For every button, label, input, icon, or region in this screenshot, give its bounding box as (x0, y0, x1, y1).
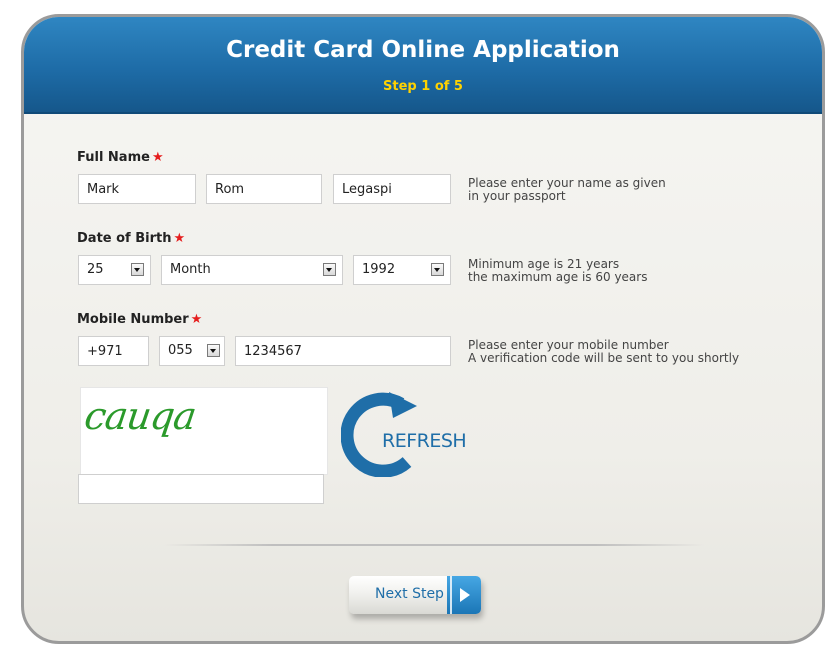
play-triangle-icon (460, 588, 470, 602)
birth-day-select[interactable]: 25 (78, 255, 151, 285)
birth-month-value: Month (170, 262, 211, 277)
birth-day-value: 25 (87, 262, 104, 277)
last-name-input[interactable] (333, 174, 451, 204)
button-separator (450, 576, 452, 614)
step-indicator: Step 1 of 5 (383, 79, 463, 94)
dropdown-arrow-icon[interactable] (131, 263, 144, 276)
required-star-icon: ★ (173, 231, 186, 246)
captcha-text: cauqa (81, 394, 199, 438)
birth-year-value: 1992 (362, 262, 396, 277)
captcha-input[interactable] (78, 474, 324, 504)
middle-name-input[interactable] (206, 174, 322, 204)
date-of-birth-help: Minimum age is 21 years the maximum age … (468, 258, 647, 284)
page-title: Credit Card Online Application (226, 37, 620, 63)
mobile-prefix-select[interactable]: 055 (159, 336, 225, 366)
date-of-birth-label-text: Date of Birth (77, 231, 172, 246)
application-form: Credit Card Online Application Step 1 of… (21, 14, 825, 644)
next-step-button[interactable]: Next Step (349, 576, 481, 614)
country-code-input[interactable] (78, 336, 149, 366)
next-step-label: Next Step (375, 586, 444, 602)
birth-year-select[interactable]: 1992 (353, 255, 451, 285)
section-divider (164, 544, 704, 546)
captcha-image: cauqa (80, 387, 328, 475)
full-name-label-text: Full Name (77, 150, 150, 165)
next-arrow-icon (447, 576, 481, 614)
required-star-icon: ★ (151, 150, 164, 165)
dropdown-arrow-icon[interactable] (207, 344, 220, 357)
mobile-number-help: Please enter your mobile number A verifi… (468, 339, 739, 365)
mobile-number-input[interactable] (235, 336, 451, 366)
full-name-help-line2: in your passport (468, 189, 566, 203)
mobile-number-help-line2: A verification code will be sent to you … (468, 351, 740, 365)
required-star-icon: ★ (190, 312, 203, 327)
dropdown-arrow-icon[interactable] (431, 263, 444, 276)
full-name-help: Please enter your name as given in your … (468, 177, 666, 203)
mobile-prefix-value: 055 (168, 343, 193, 358)
form-header: Credit Card Online Application Step 1 of… (24, 17, 822, 114)
refresh-captcha-button[interactable]: REFRESH (341, 392, 481, 477)
dropdown-arrow-icon[interactable] (323, 263, 336, 276)
first-name-input[interactable] (78, 174, 196, 204)
birth-month-select[interactable]: Month (161, 255, 343, 285)
refresh-label: REFRESH (382, 430, 467, 452)
mobile-number-label: Mobile Number ★ (77, 312, 202, 327)
date-of-birth-label: Date of Birth ★ (77, 231, 185, 246)
date-of-birth-help-line2: the maximum age is 60 years (468, 270, 648, 284)
mobile-number-label-text: Mobile Number (77, 312, 189, 327)
full-name-label: Full Name ★ (77, 150, 164, 165)
